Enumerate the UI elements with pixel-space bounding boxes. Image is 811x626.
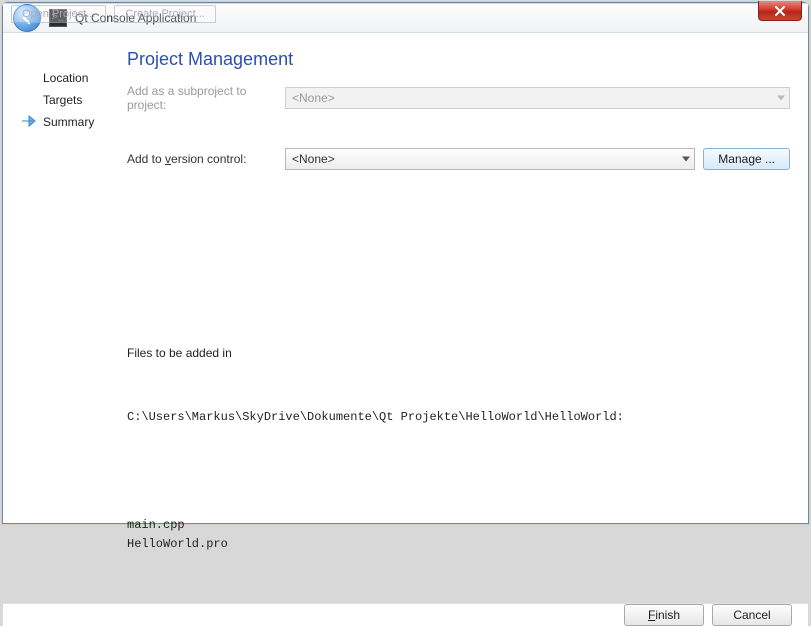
chevron-down-icon (682, 157, 690, 162)
subproject-combo-value: <None> (292, 91, 335, 105)
close-icon (774, 6, 786, 16)
page-title: Project Management (127, 49, 790, 70)
wizard-main: Project Management Add as a subproject t… (127, 49, 790, 593)
files-path: C:\Users\Markus\SkyDrive\Dokumente\Qt Pr… (127, 408, 790, 427)
vcs-label: Add to version control: (127, 152, 277, 166)
files-heading: Files to be added in (127, 344, 790, 363)
chevron-down-icon (777, 96, 785, 101)
arrow-right-icon (21, 114, 39, 128)
titlebar: Open Project... Create Project... (3, 3, 808, 4)
wizard-content: Location Targets Summary Project Managem… (3, 33, 808, 603)
sidebar-item-targets[interactable]: Targets (21, 89, 117, 111)
background-tabs: Open Project... Create Project... (11, 5, 216, 23)
vcs-label-pre: Add to (127, 152, 165, 166)
finish-hotkey: F (648, 608, 655, 622)
files-block: Files to be added in C:\Users\Markus\Sky… (127, 306, 790, 593)
subproject-combo: <None> (285, 87, 790, 109)
finish-button[interactable]: Finish (624, 604, 704, 626)
sidebar-item-label: Location (43, 71, 88, 85)
wizard-sidebar: Location Targets Summary (21, 49, 117, 593)
manage-button[interactable]: Manage ... (703, 148, 790, 170)
sidebar-item-label: Targets (43, 93, 82, 107)
vcs-label-post: ersion control: (171, 152, 246, 166)
background-tab: Create Project... (114, 5, 215, 23)
wizard-footer: Finish Cancel (3, 603, 808, 626)
subproject-label: Add as a subproject to project: (127, 84, 277, 112)
subproject-row: Add as a subproject to project: <None> (127, 84, 790, 112)
files-list: main.cpp HelloWorld.pro (127, 516, 790, 554)
sidebar-item-location[interactable]: Location (21, 67, 117, 89)
cancel-button[interactable]: Cancel (712, 604, 792, 626)
vcs-combo[interactable]: <None> (285, 148, 695, 170)
finish-post: inish (655, 608, 680, 622)
close-button[interactable] (758, 1, 802, 21)
sidebar-item-summary[interactable]: Summary (21, 111, 117, 133)
sidebar-item-label: Summary (43, 115, 94, 129)
vcs-row: Add to version control: <None> Manage ..… (127, 148, 790, 170)
wizard-window: Open Project... Create Project... >_ Qt … (2, 2, 809, 524)
background-tab: Open Project... (11, 5, 106, 23)
vcs-combo-value: <None> (292, 152, 335, 166)
